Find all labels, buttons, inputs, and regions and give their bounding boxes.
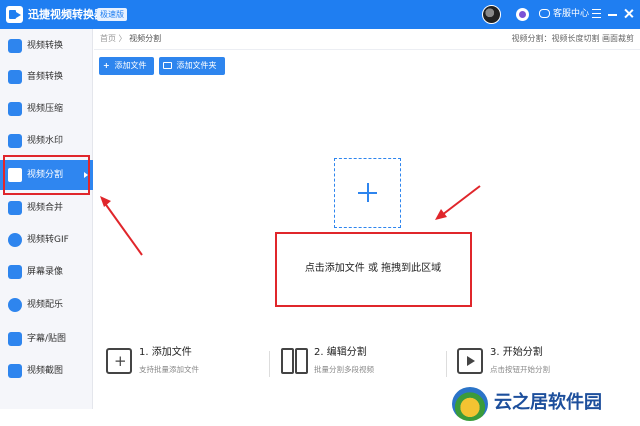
app-logo-icon: [6, 6, 23, 23]
sidebar-item-label: 视频合并: [27, 203, 64, 213]
add-file-label: 添加文件: [114, 61, 147, 70]
sidebar-item-label: 视频水印: [27, 136, 64, 146]
add-file-dropzone[interactable]: [334, 158, 401, 228]
step-separator: [446, 351, 447, 377]
main-panel: 首页 〉 视频分割 视频分割：视频长度切割 画面裁剪 + 添加文件 添加文件夹 …: [94, 29, 640, 409]
support-center-link[interactable]: 客服中心: [553, 8, 589, 20]
step-edit-split: 2. 编辑分割 批量分割多段视频: [281, 346, 431, 388]
video-gif-icon: [8, 233, 22, 247]
step-start-split: 3. 开始分割 点击按钮开始分割: [457, 346, 607, 388]
breadcrumb-current: 视频分割: [129, 34, 162, 43]
sidebar-item-video-watermark[interactable]: 视频水印: [0, 126, 93, 156]
add-folder-button[interactable]: 添加文件夹: [159, 57, 225, 75]
sidebar-item-video-gif[interactable]: 视频转GIF: [0, 225, 93, 255]
site-watermark: 云之居软件园: [448, 385, 638, 423]
sidebar-item-video-convert[interactable]: 视频转换: [0, 31, 93, 61]
breadcrumb-home[interactable]: 首页: [100, 34, 116, 43]
sidebar-item-label: 视频配乐: [27, 300, 64, 310]
sidebar-item-label: 视频转GIF: [27, 235, 69, 245]
breadcrumb: 首页 〉 视频分割: [100, 33, 161, 45]
step-title: 1. 添加文件: [139, 347, 192, 358]
support-chat-icon[interactable]: [539, 9, 550, 18]
add-folder-label: 添加文件夹: [176, 61, 217, 70]
sidebar-item-video-music[interactable]: 视频配乐: [0, 290, 93, 320]
step-desc: 批量分割多段视频: [314, 365, 374, 374]
video-compress-icon: [8, 102, 22, 116]
sidebar-item-label: 视频压缩: [27, 104, 64, 114]
edition-badge: 极速版: [97, 8, 127, 21]
video-music-icon: [8, 298, 22, 312]
sidebar-item-label: 视频截图: [27, 366, 64, 376]
step-desc: 支持批量添加文件: [139, 365, 199, 374]
add-file-button[interactable]: + 添加文件: [99, 57, 154, 75]
subtitle-sticker-icon: [8, 332, 22, 346]
feature-hint: 视频分割：视频长度切割 画面裁剪: [511, 34, 634, 43]
video-merge-icon: [8, 201, 22, 215]
edit-split-step-icon: [281, 348, 308, 374]
sidebar-item-label: 字幕/贴图: [27, 334, 67, 344]
annotation-highlight-sidebar: [3, 155, 90, 195]
plus-icon: +: [103, 61, 110, 70]
folder-icon: [163, 62, 172, 69]
start-split-step-icon: [457, 348, 483, 374]
screen-record-icon: [8, 265, 22, 279]
sidebar-item-label: 屏幕录像: [27, 267, 64, 277]
app-title: 迅捷视频转换器: [28, 8, 105, 21]
audio-convert-icon: [8, 70, 22, 84]
add-file-step-icon: [106, 348, 132, 374]
sidebar-item-video-screenshot[interactable]: 视频截图: [0, 356, 93, 386]
sidebar-item-video-merge[interactable]: 视频合并: [0, 193, 93, 223]
close-icon[interactable]: [623, 8, 634, 19]
watermark-logo-icon: [452, 387, 488, 421]
sidebar: 视频转换 音频转换 视频压缩 视频水印 视频分割 视频合并 视频转GIF 屏幕录…: [0, 29, 93, 409]
annotation-highlight-dropzone: [275, 232, 472, 307]
title-bar: 迅捷视频转换器 极速版 客服中心: [0, 0, 640, 29]
video-watermark-icon: [8, 134, 22, 148]
step-desc: 点击按钮开始分割: [490, 365, 550, 374]
sidebar-item-video-compress[interactable]: 视频压缩: [0, 94, 93, 124]
video-screenshot-icon: [8, 364, 22, 378]
sidebar-item-screen-record[interactable]: 屏幕录像: [0, 257, 93, 287]
user-avatar[interactable]: [482, 5, 501, 24]
step-title: 3. 开始分割: [490, 347, 543, 358]
vip-icon[interactable]: [516, 8, 529, 21]
sidebar-item-label: 视频转换: [27, 41, 64, 51]
sidebar-item-subtitle-sticker[interactable]: 字幕/贴图: [0, 324, 93, 354]
breadcrumb-separator: 〉: [118, 34, 127, 43]
divider: [94, 49, 640, 50]
video-convert-icon: [8, 39, 22, 53]
step-add-file: 1. 添加文件 支持批量添加文件: [106, 346, 256, 388]
minimize-icon[interactable]: [608, 14, 617, 16]
step-title: 2. 编辑分割: [314, 347, 367, 358]
sidebar-item-label: 音频转换: [27, 72, 64, 82]
sidebar-item-audio-convert[interactable]: 音频转换: [0, 62, 93, 92]
step-separator: [269, 351, 270, 377]
menu-icon[interactable]: [592, 9, 601, 18]
watermark-text: 云之居软件园: [494, 392, 602, 413]
